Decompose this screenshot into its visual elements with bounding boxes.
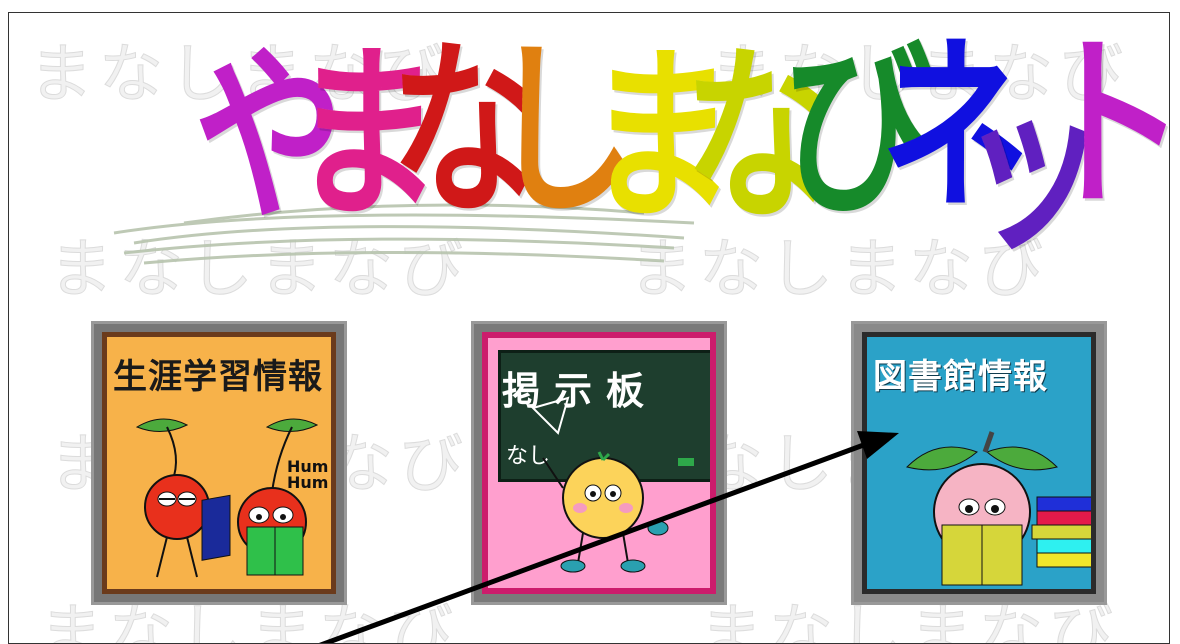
page-frame: まなしまなび まなしまなび まなしまなび まなしまなび まなしまなび まなしまな… — [8, 12, 1170, 644]
pointer-arrow — [318, 431, 899, 643]
